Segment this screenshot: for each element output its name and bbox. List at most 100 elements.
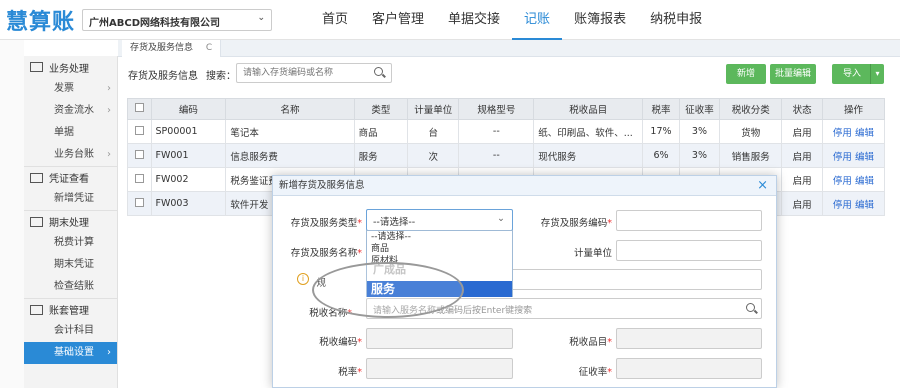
cell-status: 启用 (781, 167, 823, 192)
chevron-right-icon: › (107, 149, 111, 160)
nav-bookkeeping[interactable]: 记账 (512, 0, 563, 40)
caret-down-icon[interactable]: ▾ (870, 64, 884, 84)
cell-class: 货物 (719, 119, 783, 144)
cell-name: 笔记本 (225, 119, 355, 144)
sidebar-item-new-voucher[interactable]: 新增凭证 (24, 188, 117, 210)
cell-code: FW001 (150, 143, 227, 168)
row-checkbox[interactable] (134, 197, 144, 207)
row-select-cell[interactable] (127, 143, 152, 168)
row-select-cell[interactable] (127, 191, 152, 216)
code-field-label: 存货及服务编码* (530, 215, 612, 229)
levy-label: 征收率* (530, 364, 612, 378)
nav-documents[interactable]: 单据交接 (436, 0, 512, 40)
spec-input[interactable] (510, 269, 762, 290)
cell-class: 销售服务 (719, 143, 783, 168)
book-icon (30, 304, 43, 315)
sidebar-group-label: 账套管理 (49, 306, 89, 317)
sidebar-group-business[interactable]: 业务处理 (24, 56, 117, 78)
sidebar-item-tax-calc[interactable]: 税费计算 (24, 232, 117, 254)
sidebar-group-vouchers[interactable]: 凭证查看 (24, 166, 117, 188)
required-mark: * (607, 367, 612, 378)
table-row[interactable]: FW001 信息服务费 服务 次 -- 现代服务 6% 3% 销售服务 启用 停… (127, 143, 886, 168)
sidebar-item-receipts[interactable]: 单据 (24, 122, 117, 144)
disable-link[interactable]: 停用 (833, 152, 852, 163)
edit-link[interactable]: 编辑 (855, 200, 874, 211)
col-header: 税收品目 (533, 98, 644, 120)
tab-bar: 存货及服务信息 C (118, 40, 900, 57)
folder-icon (30, 62, 43, 72)
col-header: 状态 (781, 98, 823, 120)
nav-home[interactable]: 首页 (310, 0, 360, 40)
sidebar-item-ledger[interactable]: 业务台账 › (24, 144, 117, 166)
col-header: 操作 (821, 98, 886, 120)
sidebar-item-close-check[interactable]: 检查结账 (24, 276, 117, 298)
sidebar-group-period-end[interactable]: 期末处理 (24, 210, 117, 232)
disable-link[interactable]: 停用 (833, 176, 852, 187)
cell-ops: 停用 编辑 (821, 143, 886, 168)
import-button[interactable]: 导入 ▾ (832, 64, 884, 84)
sidebar-item-label: 新增凭证 (54, 193, 94, 204)
col-header: 税率 (642, 98, 680, 120)
cell-status: 启用 (781, 143, 823, 168)
unit-input[interactable] (616, 240, 762, 261)
refresh-icon[interactable]: C (206, 43, 212, 53)
row-checkbox[interactable] (134, 125, 144, 135)
nav-customers[interactable]: 客户管理 (360, 0, 436, 40)
row-checkbox[interactable] (134, 173, 144, 183)
tab-inventory[interactable]: 存货及服务信息 C (122, 40, 222, 57)
cell-status: 启用 (781, 191, 823, 216)
sidebar-item-invoice[interactable]: 发票 › (24, 78, 117, 100)
cell-rate: 6% (642, 143, 680, 168)
chevron-down-icon: ⌄ (257, 13, 265, 23)
sidebar-item-basic-settings[interactable]: 基础设置 › (24, 342, 117, 364)
sidebar: 业务处理 发票 › 资金流水 › 单据 业务台账 › 凭证查看 新增凭证 期末处理 税… (24, 56, 118, 388)
sidebar-item-cashflow[interactable]: 资金流水 › (24, 100, 117, 122)
rate-input (366, 358, 513, 379)
row-select-cell[interactable] (127, 167, 152, 192)
nav-tax[interactable]: 纳税申报 (638, 0, 714, 40)
unit-field-label: 计量单位 (573, 248, 612, 259)
chevron-right-icon: › (107, 83, 111, 94)
sidebar-item-subjects[interactable]: 会计科目 (24, 320, 117, 342)
sidebar-group-label: 凭证查看 (49, 174, 89, 185)
edit-link[interactable]: 编辑 (855, 152, 874, 163)
sidebar-group-label: 期末处理 (49, 218, 89, 229)
sidebar-group-accounts[interactable]: 账套管理 (24, 298, 117, 320)
search-icon[interactable] (746, 303, 755, 312)
cell-spec: -- (458, 119, 535, 144)
company-selector[interactable]: 广州ABCD网络科技有限公司 ⌄ (82, 9, 272, 31)
disable-link[interactable]: 停用 (833, 200, 852, 211)
batch-edit-button[interactable]: 批量编辑 (770, 64, 816, 84)
tax-item-input (616, 328, 762, 349)
sidebar-item-label: 税费计算 (54, 237, 94, 248)
select-value: --请选择-- (373, 217, 416, 228)
dropdown-option[interactable]: 商品 (367, 243, 512, 255)
type-select[interactable]: --请选择-- ⌄ (366, 209, 513, 231)
chevron-down-icon: ⌄ (497, 213, 505, 224)
table-row[interactable]: SP00001 笔记本 商品 台 -- 纸、印刷品、软件、... 17% 3% … (127, 119, 886, 144)
app-logo: 慧算账 (6, 10, 76, 35)
close-icon[interactable]: × (757, 176, 768, 196)
search-input[interactable] (236, 63, 392, 83)
add-button[interactable]: 新增 (726, 64, 766, 84)
required-mark: * (357, 367, 362, 378)
sidebar-item-label: 资金流水 (54, 105, 94, 116)
search-icon[interactable] (374, 67, 383, 76)
edit-link[interactable]: 编辑 (855, 128, 874, 139)
required-mark: * (357, 337, 362, 348)
edit-link[interactable]: 编辑 (855, 176, 874, 187)
row-checkbox[interactable] (134, 149, 144, 159)
row-select-cell[interactable] (127, 119, 152, 144)
sidebar-item-label: 业务台账 (54, 149, 94, 160)
nav-reports[interactable]: 账簿报表 (562, 0, 638, 40)
select-all-checkbox[interactable] (134, 103, 144, 112)
cell-type: 商品 (353, 119, 409, 144)
cell-ops: 停用 编辑 (821, 191, 886, 216)
sidebar-item-label: 基础设置 (54, 347, 94, 358)
select-all-cell[interactable] (127, 98, 152, 120)
cell-rate: 17% (642, 119, 680, 144)
dropdown-option[interactable]: --请选择-- (367, 231, 512, 243)
disable-link[interactable]: 停用 (833, 128, 852, 139)
sidebar-item-period-voucher[interactable]: 期末凭证 (24, 254, 117, 276)
code-input[interactable] (616, 210, 762, 231)
